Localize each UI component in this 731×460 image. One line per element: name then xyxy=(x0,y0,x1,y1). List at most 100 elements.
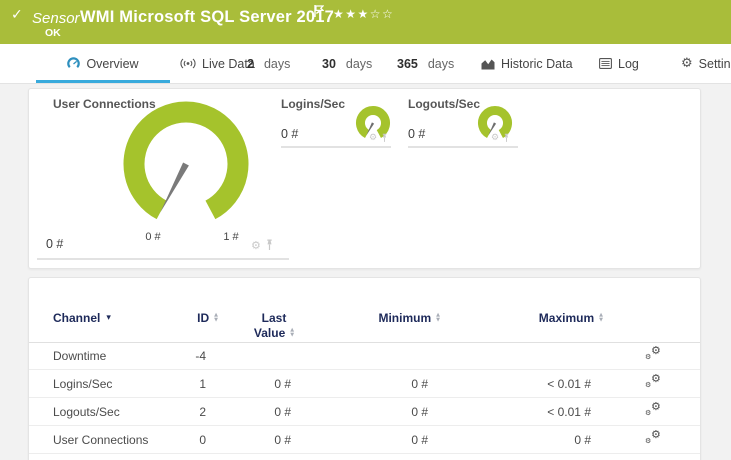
tab-30-days-number: 30 xyxy=(322,56,336,71)
column-header-channel-label: Channel xyxy=(53,311,101,325)
channel-table-panel: Channel ▾ ID ▲ ▼ Last Value ▲ ▼ Minimum ▲ ▼… xyxy=(28,277,701,460)
channel-last-value xyxy=(206,342,291,370)
main-gauge-needle xyxy=(160,162,189,213)
sensor-header-bar: ✓ Sensor WMI Microsoft SQL Server 2017 ★… xyxy=(0,0,731,44)
column-header-id[interactable]: ID ▲ ▼ xyxy=(149,311,218,325)
tab-30-days-unit: days xyxy=(345,56,373,71)
channel-settings-icon[interactable]: ⚙ ⚙ xyxy=(645,429,663,449)
channel-id: 0 xyxy=(199,433,206,447)
active-tab-underline xyxy=(36,80,170,83)
sort-arrows-icon: ▲ ▼ xyxy=(436,312,440,323)
page-title: WMI Microsoft SQL Server 2017 xyxy=(80,8,334,26)
channel-minimum xyxy=(309,342,428,370)
logins-gauge-title: Logins/Sec xyxy=(281,97,346,111)
column-header-maximum[interactable]: Maximum ▲ ▼ xyxy=(459,311,603,325)
gear-icon: ⚙ xyxy=(681,56,693,71)
tab-overview-label: Overview xyxy=(86,56,139,71)
main-gauge-actions: ⚙ xyxy=(251,239,274,251)
column-header-last-value-line1: Last xyxy=(261,311,287,325)
column-header-last-value-line2: Value xyxy=(253,326,286,340)
logouts-gauge-value: 0 # xyxy=(408,127,426,141)
channel-minimum: 0 # xyxy=(411,405,428,419)
tab-bar: Overview Live Data 2 days 30 days 365 days … xyxy=(0,44,731,84)
gear-icon[interactable]: ⚙ xyxy=(369,133,377,143)
tab-live-data[interactable]: Live Data xyxy=(180,44,255,83)
channel-maximum: 0 # xyxy=(574,433,591,447)
channel-maximum: < 0.01 # xyxy=(547,405,591,419)
table-row: Logins/Sec 1 0 # 0 # < 0.01 # ⚙ ⚙ xyxy=(29,370,700,398)
gauges-panel: User Connections 0 # 1 # 0 # ⚙ Logins/Se… xyxy=(28,88,701,269)
column-header-id-label: ID xyxy=(197,311,210,325)
logouts-gauge-title: Logouts/Sec xyxy=(408,97,481,111)
channel-maximum xyxy=(459,342,591,370)
tab-30-days[interactable]: 30 days xyxy=(322,44,372,83)
main-gauge-scale-min: 0 # xyxy=(145,231,161,243)
channel-last-value: 0 # xyxy=(274,405,291,419)
column-header-last-value[interactable]: Last Value ▲ ▼ xyxy=(234,311,314,340)
channel-minimum: 0 # xyxy=(411,377,428,391)
tab-365-days[interactable]: 365 days xyxy=(397,44,454,83)
priority-flag-icon[interactable] xyxy=(314,4,325,22)
table-row: Downtime -4 ⚙ ⚙ xyxy=(29,342,700,370)
main-gauge xyxy=(123,101,249,220)
log-icon xyxy=(599,58,612,69)
channel-maximum: < 0.01 # xyxy=(547,377,591,391)
tab-settings-label: Settings xyxy=(698,56,731,71)
channel-id: 2 xyxy=(199,405,206,419)
status-check-icon: ✓ xyxy=(11,7,23,23)
sensor-kind-label: Sensor xyxy=(32,10,80,27)
gear-icon[interactable]: ⚙ xyxy=(251,240,261,251)
logouts-gauge-divider xyxy=(408,146,518,148)
pin-icon[interactable] xyxy=(503,133,510,143)
main-gauge-divider xyxy=(37,258,289,260)
gear-icon[interactable]: ⚙ xyxy=(491,133,499,143)
sort-caret-down-icon: ▾ xyxy=(106,313,111,323)
channel-id: 1 xyxy=(199,377,206,391)
channel-minimum: 0 # xyxy=(411,433,428,447)
tab-overview[interactable]: Overview xyxy=(36,44,170,83)
channel-id: -4 xyxy=(195,349,206,363)
logins-gauge-value: 0 # xyxy=(281,127,299,141)
channel-last-value: 0 # xyxy=(274,377,291,391)
gauge-icon xyxy=(67,57,81,68)
table-row: Logouts/Sec 2 0 # 0 # < 0.01 # ⚙ ⚙ xyxy=(29,398,700,426)
tab-365-days-number: 365 xyxy=(397,56,418,71)
column-header-channel[interactable]: Channel ▾ xyxy=(53,311,111,325)
tab-log[interactable]: Log xyxy=(599,44,639,83)
tab-settings[interactable]: ⚙ Settings xyxy=(681,44,731,83)
main-gauge-scale-max: 1 # xyxy=(223,231,239,243)
column-header-minimum[interactable]: Minimum ▲ ▼ xyxy=(309,311,440,325)
column-header-maximum-label: Maximum xyxy=(538,311,595,325)
logins-gauge-actions: ⚙ xyxy=(369,133,388,143)
sort-arrows-icon: ▲ ▼ xyxy=(290,327,295,338)
priority-stars[interactable]: ★★★☆☆ xyxy=(333,7,394,21)
tab-365-days-unit: days xyxy=(427,56,455,71)
pin-icon[interactable] xyxy=(381,133,388,143)
column-header-minimum-label: Minimum xyxy=(378,311,432,325)
tab-2-days-unit: days xyxy=(263,56,291,71)
tab-2-days-number: 2 xyxy=(247,56,254,71)
channel-settings-icon[interactable]: ⚙ ⚙ xyxy=(645,345,663,365)
channel-settings-icon[interactable]: ⚙ ⚙ xyxy=(645,373,663,393)
tab-historic-data[interactable]: Historic Data xyxy=(481,44,573,83)
area-chart-icon xyxy=(481,59,495,69)
channel-settings-icon[interactable]: ⚙ ⚙ xyxy=(645,401,663,421)
status-badge: OK xyxy=(45,27,61,39)
channel-name: User Connections xyxy=(53,433,149,447)
logouts-gauge-actions: ⚙ xyxy=(491,133,510,143)
table-row: User Connections 0 0 # 0 # 0 # ⚙ ⚙ xyxy=(29,426,700,454)
pin-icon[interactable] xyxy=(265,239,274,251)
sort-arrows-icon: ▲ ▼ xyxy=(599,312,603,323)
channel-name: Logouts/Sec xyxy=(53,405,120,419)
sort-arrows-icon: ▲ ▼ xyxy=(214,312,218,323)
content-area: User Connections 0 # 1 # 0 # ⚙ Logins/Se… xyxy=(0,84,731,460)
main-gauge-value: 0 # xyxy=(46,237,64,251)
tab-2-days[interactable]: 2 days xyxy=(247,44,290,83)
tab-log-label: Log xyxy=(618,56,639,71)
channel-last-value: 0 # xyxy=(274,433,291,447)
channel-name: Logins/Sec xyxy=(53,377,113,391)
channel-name: Downtime xyxy=(53,349,107,363)
logins-gauge-divider xyxy=(281,146,391,148)
tab-historic-data-label: Historic Data xyxy=(501,56,573,71)
live-icon xyxy=(180,58,196,69)
